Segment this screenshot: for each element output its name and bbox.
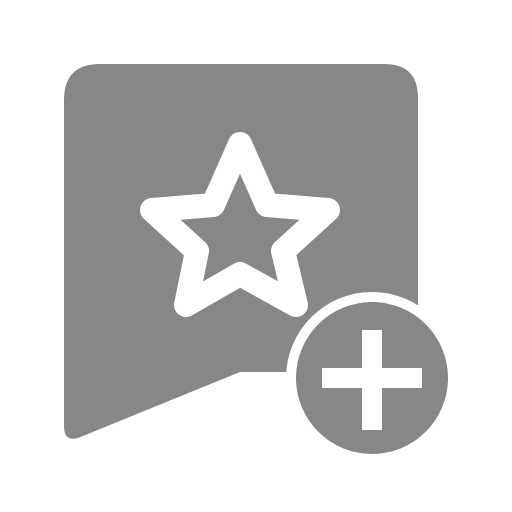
plus-horizontal-bar [322,368,422,388]
add-favorite-bookmark-icon [0,0,512,512]
icon-canvas [64,64,458,464]
